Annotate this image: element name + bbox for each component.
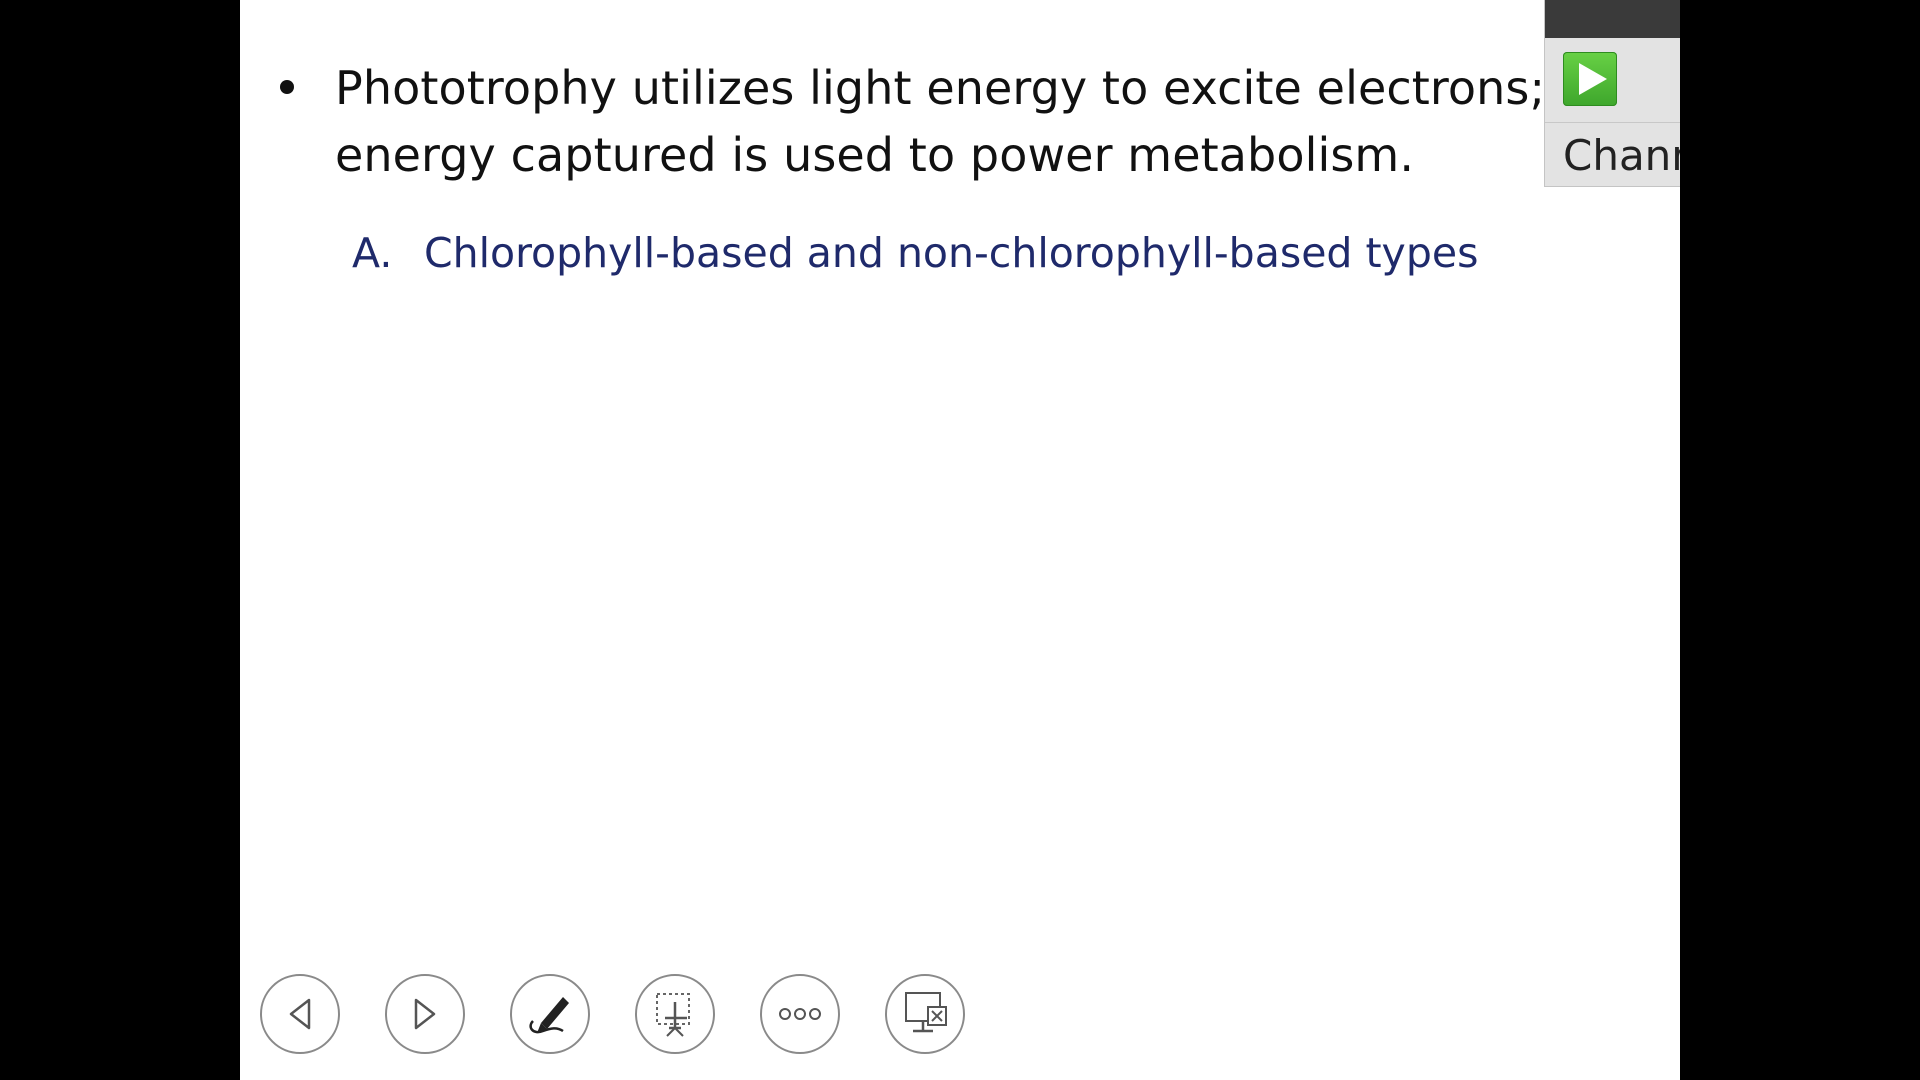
sub-point-marker: A. [352,229,393,277]
more-options-button[interactable] [760,974,840,1054]
play-button[interactable] [1563,52,1617,106]
sub-point-text: Chlorophyll-based and non-chlorophyll-ba… [424,229,1479,277]
bullet-line-1: Phototrophy utilizes light energy to exc… [335,61,1578,115]
channel-overlay-panel: Chann [1544,0,1680,187]
bullet-text: Phototrophy utilizes light energy to exc… [335,55,1578,189]
bullet-marker [280,80,294,94]
arrow-left-icon [289,998,311,1030]
slide-canvas: Phototrophy utilizes light energy to exc… [240,0,1680,1080]
bullet-line-2: energy captured is used to power metabol… [335,128,1415,182]
pen-tool-button[interactable] [510,974,590,1054]
slides-icon [656,993,690,1037]
end-show-button[interactable] [885,974,965,1054]
end-show-icon [905,992,947,1033]
overlay-title-bar [1545,0,1680,38]
ellipsis-icon [779,1008,821,1020]
play-icon [1579,63,1607,95]
overlay-divider [1545,122,1680,123]
bullet-point: Phototrophy utilizes light energy to exc… [280,55,1680,189]
pen-icon [529,997,569,1034]
sub-point: A. Chlorophyll-based and non-chlorophyll… [352,225,1478,281]
see-all-slides-button[interactable] [635,974,715,1054]
arrow-right-icon [414,998,436,1030]
previous-slide-button[interactable] [260,974,340,1054]
overlay-label[interactable]: Chann [1563,128,1680,184]
next-slide-button[interactable] [385,974,465,1054]
slideshow-toolbar [260,974,965,1058]
